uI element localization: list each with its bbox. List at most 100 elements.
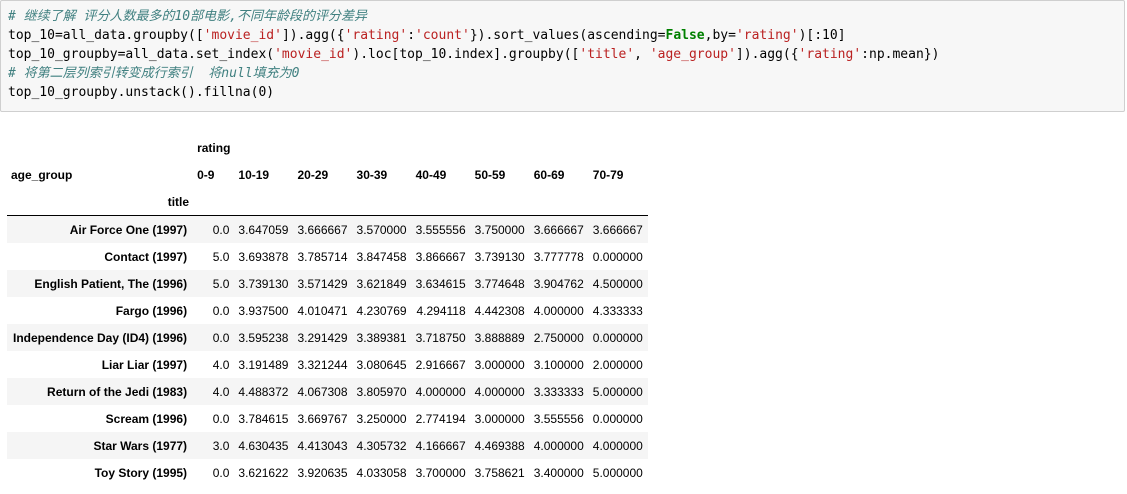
table-cell: 3.718750 [415, 330, 466, 345]
table-cell: 4.305732 [356, 438, 407, 453]
table-cell: 3.750000 [474, 222, 525, 237]
table-cell: 3.000000 [474, 411, 525, 426]
table-cell: 4.067308 [297, 384, 348, 399]
table-cell: 0.000000 [592, 249, 643, 264]
column-header: 60-69 [533, 167, 565, 182]
table-row: Star Wars (1977) 3.0 4.630435 4.413043 4.305… [7, 432, 648, 459]
column-level0-spacer [234, 134, 647, 161]
table-cell: 3.666667 [592, 222, 643, 237]
table-cell: 3.647059 [238, 222, 289, 237]
table-cell: 3.333333 [533, 384, 584, 399]
table-cell: 3.700000 [415, 465, 466, 480]
table-cell: 3.634615 [415, 276, 466, 291]
table-cell: 4.000000 [474, 384, 525, 399]
table-row: Toy Story (1995) 0.0 3.621622 3.920635 4.033… [7, 459, 648, 486]
table-cell: 3.805970 [356, 384, 407, 399]
table-cell: 2.000000 [592, 357, 643, 372]
table-cell: 3.389381 [356, 330, 407, 345]
column-header: 70-79 [592, 167, 624, 182]
header-blank-cell [588, 188, 648, 216]
row-index-label: Toy Story (1995) [94, 465, 188, 480]
table-cell: 3.595238 [238, 330, 289, 345]
table-cell: 3.570000 [356, 222, 407, 237]
table-cell: 3.000000 [474, 357, 525, 372]
table-cell: 0.000000 [592, 411, 643, 426]
column-header: 20-29 [297, 167, 329, 182]
column-header: 10-19 [238, 167, 270, 182]
row-index-label: Fargo (1996) [115, 303, 188, 318]
table-cell: 4.000000 [533, 303, 584, 318]
table-cell: 3.739130 [238, 276, 289, 291]
table-row: Independence Day (ID4) (1996) 0.0 3.595238… [7, 324, 648, 351]
table-cell: 5.000000 [592, 465, 643, 480]
table-cell: 3.888889 [474, 330, 525, 345]
table-cell: 3.100000 [533, 357, 584, 372]
table-cell: 3.847458 [356, 249, 407, 264]
table-cell: 3.571429 [297, 276, 348, 291]
column-header: 50-59 [474, 167, 506, 182]
table-cell: 3.666667 [297, 222, 348, 237]
table-cell: 4.294118 [416, 303, 466, 318]
row-index-label: Scream (1996) [105, 411, 188, 426]
table-cell: 3.758621 [474, 465, 525, 480]
header-blank-cell [470, 188, 530, 216]
table-cell: 4.000000 [592, 438, 643, 453]
row-index-label: English Patient, The (1996) [34, 276, 188, 291]
table-cell: 2.774194 [415, 411, 466, 426]
table-cell: 4.010471 [297, 303, 348, 318]
code-line: top_10=all_data.groupby(['movie_id']).ag… [8, 28, 846, 43]
row-index-label: Independence Day (ID4) (1996) [13, 330, 188, 345]
table-cell: 4.442308 [474, 303, 525, 318]
table-cell: 4.000000 [415, 384, 466, 399]
table-cell: 4.033058 [356, 465, 407, 480]
table-cell: 0.0 [212, 465, 230, 480]
table-row: Air Force One (1997) 0.0 3.647059 3.666667 3… [7, 215, 648, 243]
header-blank-cell [234, 188, 294, 216]
table-cell: 3.191489 [238, 357, 289, 372]
table-cell: 0.0 [212, 303, 230, 318]
table-cell: 0.0 [212, 330, 230, 345]
table-cell: 3.774648 [474, 276, 525, 291]
code-editor[interactable]: # 继续了解 评分人数最多的10部电影,不同年龄段的评分差异 top_10=all… [8, 7, 1124, 102]
table-cell: 4.469388 [474, 438, 525, 453]
row-index-name: title [7, 188, 194, 216]
code-line: top_10_groupby.unstack().fillna(0) [8, 85, 275, 100]
table-cell: 3.555556 [533, 411, 584, 426]
table-cell: 3.937500 [238, 303, 289, 318]
table-cell: 0.000000 [592, 330, 643, 345]
table-cell: 4.0 [212, 384, 230, 399]
table-cell: 3.920635 [297, 465, 348, 480]
table-cell: 4.630435 [238, 438, 289, 453]
table-cell: 3.080645 [356, 357, 407, 372]
table-cell: 5.000000 [592, 384, 643, 399]
header-blank-cell [529, 188, 589, 216]
row-index-label: Contact (1997) [104, 249, 188, 264]
table-cell: 3.0 [212, 438, 230, 453]
table-row: English Patient, The (1996) 5.0 3.739130 3.… [7, 270, 648, 297]
row-index-label: Air Force One (1997) [69, 222, 188, 237]
table-cell: 4.333333 [592, 303, 643, 318]
table-cell: 0.0 [212, 222, 230, 237]
table-cell: 4.166667 [415, 438, 466, 453]
column-header: 30-39 [356, 167, 388, 182]
table-cell: 3.400000 [533, 465, 584, 480]
header-blank-cell [352, 188, 412, 216]
table-cell: 3.693878 [238, 249, 289, 264]
header-blank-cell [411, 188, 471, 216]
table-cell: 4.230769 [356, 303, 407, 318]
table-cell: 0.0 [212, 411, 230, 426]
table-row: Liar Liar (1997) 4.0 3.191489 3.321244 3.080… [7, 351, 648, 378]
table-cell: 2.916667 [415, 357, 466, 372]
column-header: 40-49 [415, 167, 447, 182]
table-cell: 2.750000 [533, 330, 584, 345]
table-cell: 3.291429 [297, 330, 348, 345]
code-comment-line: # 继续了解 评分人数最多的10部电影,不同年龄段的评分差异 [8, 9, 367, 24]
table-cell: 4.488372 [238, 384, 289, 399]
output-area: rating age_group 0-9 10-19 20-29 30-39 40-49… [7, 134, 648, 486]
table-cell: 5.0 [212, 276, 230, 291]
column-index-name: age_group [11, 167, 73, 182]
table-cell: 4.500000 [592, 276, 643, 291]
code-cell-input[interactable]: # 继续了解 评分人数最多的10部电影,不同年龄段的评分差异 top_10=all… [0, 0, 1125, 112]
corner-header-blank [7, 134, 193, 161]
row-index-label: Star Wars (1977) [93, 438, 188, 453]
